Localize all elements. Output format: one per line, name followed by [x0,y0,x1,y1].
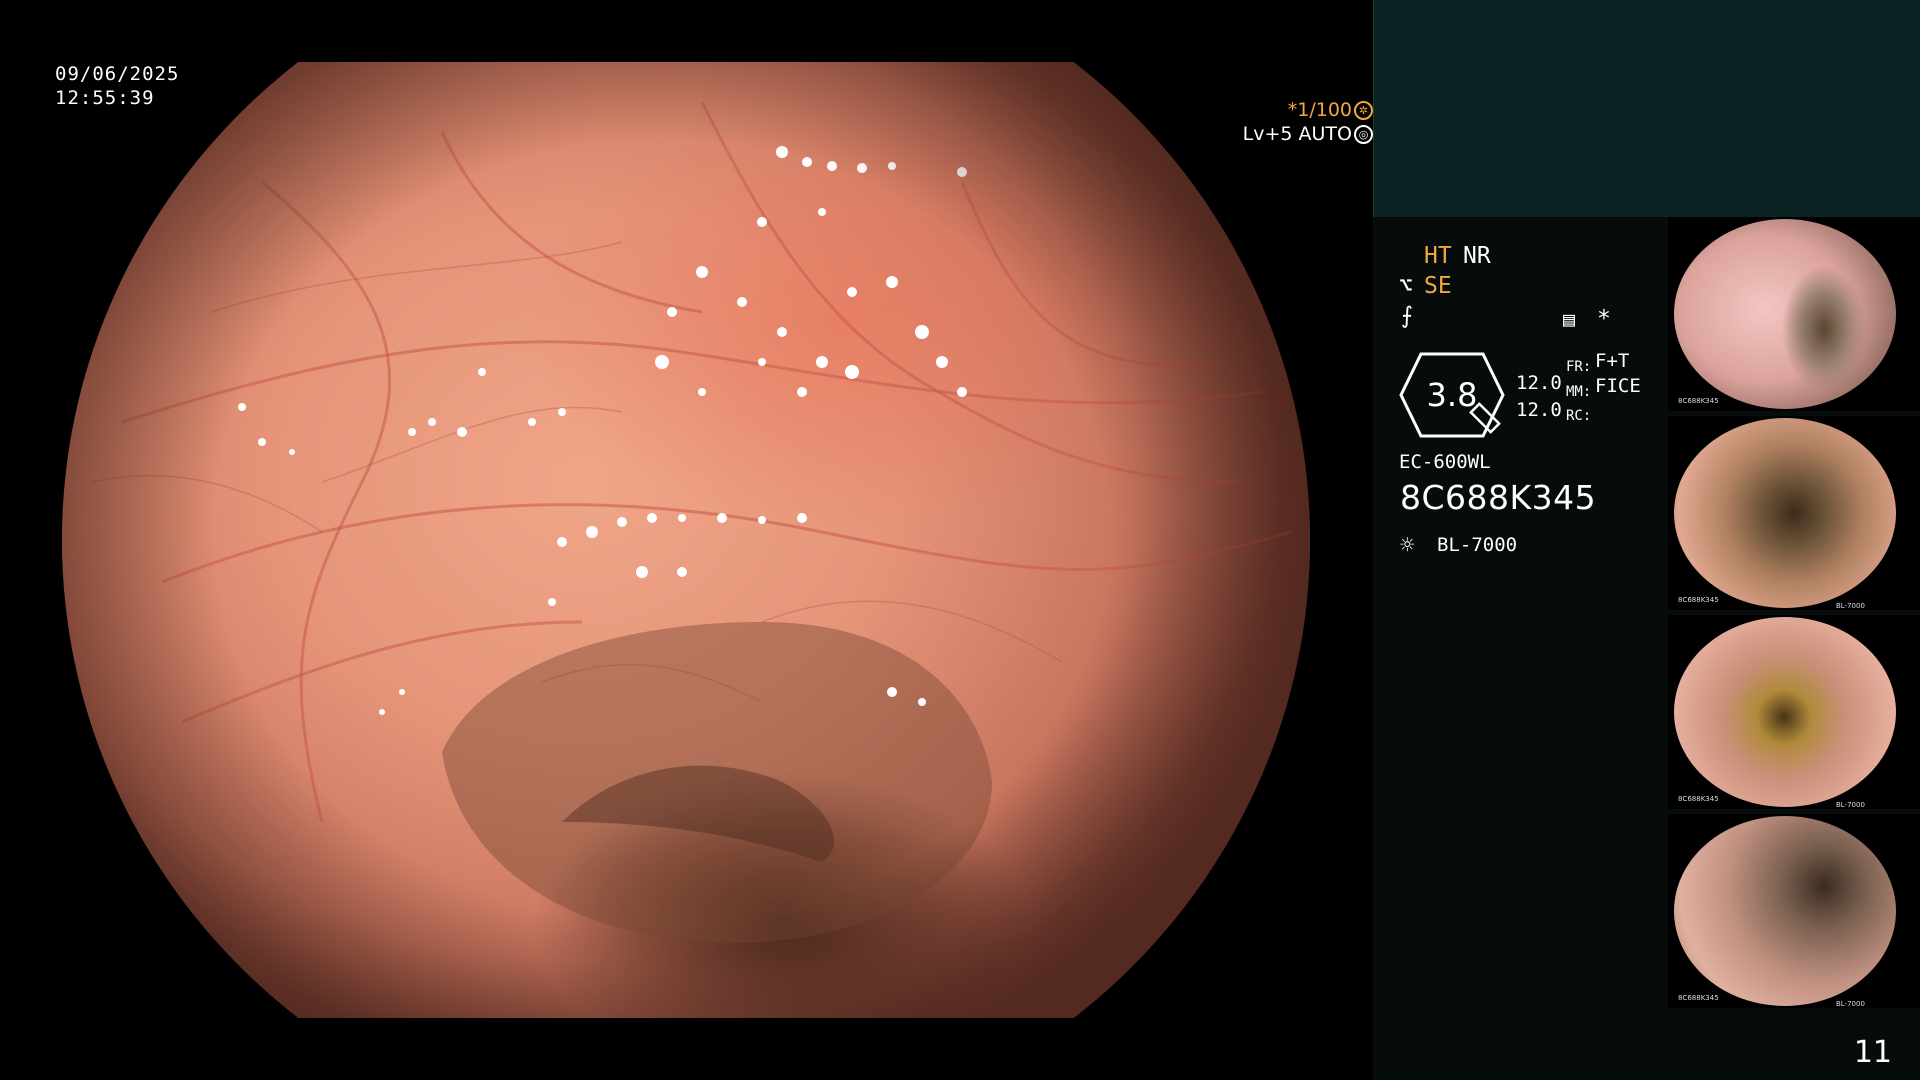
thumbnail-image [1674,617,1896,807]
thumbnail-2[interactable]: 8C688K345 BL-7000 [1668,416,1920,610]
mm-value: FICE [1595,375,1641,397]
thumbnail-4[interactable]: 8C688K345 BL-7000 [1668,814,1920,1008]
scope-serial: 8C688K345 [1400,478,1597,517]
thumbnail-light: BL-7000 [1836,801,1865,809]
settings-list-icon: ▤ [1563,307,1576,331]
thumbnail-light: BL-7000 [1836,1000,1865,1008]
filter-icon: ⨍ [1401,303,1413,329]
thumbnail-image [1674,816,1896,1006]
iris-value: AUTO [1298,123,1352,145]
shutter-star: * [1287,99,1298,121]
shutter-value: 1/100 [1297,99,1352,121]
exposure-overlay: *1/100 ✲ Lv+5 AUTO ◎ [53,98,1373,146]
date-text: 09/06/2025 [55,63,180,85]
structure-enhance-icon: ⌥ [1399,273,1413,299]
star-indicator: * [1597,306,1611,332]
thumbnail-serial: 8C688K345 [1678,994,1719,1002]
shutter-line: *1/100 ✲ [53,98,1373,122]
ht-indicator: HT [1424,243,1452,269]
rc-label: RC: [1566,408,1592,424]
shutter-icon: ✲ [1354,101,1373,120]
zoom-value: 3.8 [1426,376,1478,414]
mucosa-vessels [91,101,1293,943]
thumbnail-image [1674,219,1896,409]
fr-label: FR: [1566,359,1592,375]
thumbnail-1[interactable]: 8C688K345 [1668,217,1920,411]
scope-model: EC-600WL [1399,451,1491,473]
page-number: 11 [1853,1035,1892,1070]
fr-value: F+T [1595,350,1630,372]
thumbnail-serial: 8C688K345 [1678,397,1719,405]
thumbnail-3[interactable]: 8C688K345 BL-7000 [1668,615,1920,809]
iris-line: Lv+5 AUTO ◎ [53,122,1373,146]
thumbnail-light: BL-7000 [1836,602,1865,610]
endoscopic-image [62,62,1310,1018]
panel-header-area [1373,0,1920,217]
thumbnail-image [1674,418,1896,608]
endoscopy-main-view: 09/06/2025 12:55:39 *1/100 ✲ Lv+5 AUTO ◎ [0,0,1373,1080]
nr-indicator: NR [1463,243,1491,269]
thumbnail-serial: 8C688K345 [1678,596,1719,604]
light-source-icon: ☼ [1400,531,1415,559]
param-value-1: 12.0 [1516,372,1562,394]
info-side-panel: HT NR ⌥ SE ⨍ ▤ * 3.8 12.0 12.0 FR: F+T M… [1373,0,1920,1080]
thumbnail-serial: 8C688K345 [1678,795,1719,803]
mm-label: MM: [1566,384,1592,400]
iris-icon: ◎ [1354,125,1373,144]
param-value-2: 12.0 [1516,399,1562,421]
light-source: BL-7000 [1437,534,1518,556]
se-indicator: SE [1424,273,1452,299]
level-value: Lv+5 [1242,123,1293,145]
